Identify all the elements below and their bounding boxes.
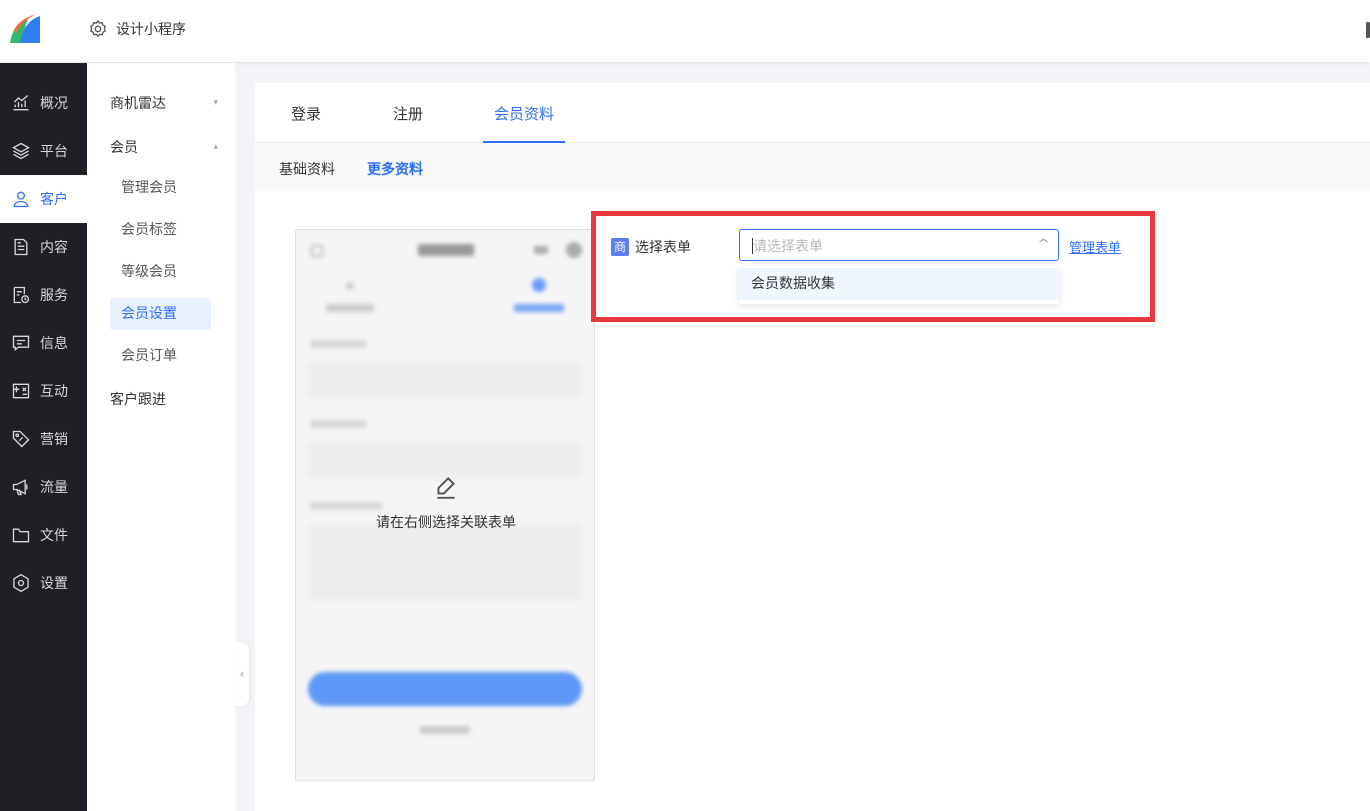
sidebar-item-content[interactable]: 内容 bbox=[0, 223, 87, 271]
subtab-more-info[interactable]: 更多资料 bbox=[367, 159, 423, 179]
submenu-item-member-tags[interactable]: 会员标签 bbox=[110, 214, 211, 246]
tab-register[interactable]: 注册 bbox=[377, 83, 439, 143]
document-icon bbox=[14, 238, 28, 256]
phone-preview: 请在右侧选择关联表单 bbox=[295, 229, 595, 781]
tab-bar: 登录 注册 会员资料 bbox=[255, 83, 1370, 143]
sidebar-item-label: 平台 bbox=[40, 144, 68, 160]
sidebar-item-label: 营销 bbox=[40, 432, 68, 448]
layers-icon bbox=[12, 142, 30, 160]
subtab-basic-info[interactable]: 基础资料 bbox=[279, 159, 335, 179]
edit-icon bbox=[437, 476, 455, 499]
tag-icon bbox=[12, 430, 30, 448]
sidebar-item-label: 概况 bbox=[40, 96, 68, 112]
highlight-annotation bbox=[591, 211, 1155, 322]
tab-login[interactable]: 登录 bbox=[275, 83, 337, 143]
subtab-bar: 基础资料 更多资料 bbox=[255, 143, 1370, 191]
preview-hint-text: 请在右侧选择关联表单 bbox=[376, 515, 516, 531]
submenu-item-manage-members[interactable]: 管理会员 bbox=[110, 172, 211, 204]
sidebar-item-label: 互动 bbox=[40, 384, 68, 400]
sidebar-item-label: 设置 bbox=[40, 576, 68, 592]
folder-icon bbox=[12, 528, 30, 543]
secondary-menu: 商机雷达 ▾ 会员 ▴ 管理会员 会员标签 等级会员 会员设置 会员订单 客户跟… bbox=[87, 63, 235, 811]
interaction-icon bbox=[12, 383, 30, 399]
submenu-group-label: 会员 bbox=[110, 140, 138, 156]
chevron-left-icon: ‹ bbox=[239, 667, 245, 681]
empty-form-hint: 请在右侧选择关联表单 bbox=[296, 474, 594, 532]
sidebar-item-platform[interactable]: 平台 bbox=[0, 127, 87, 175]
main-sidebar: 概况 平台 客户 内容 服务 信息 互动 营销 流量 文件 设置 bbox=[0, 63, 87, 811]
sidebar-item-files[interactable]: 文件 bbox=[0, 511, 87, 559]
message-icon bbox=[12, 335, 30, 351]
settings-icon bbox=[13, 573, 29, 593]
user-icon bbox=[13, 191, 29, 208]
design-miniapp-button[interactable]: 设计小程序 bbox=[88, 19, 186, 39]
submenu-item-level-members[interactable]: 等级会员 bbox=[110, 256, 211, 288]
submenu-group-label: 商机雷达 bbox=[110, 96, 166, 112]
user-menu-edge[interactable] bbox=[1366, 22, 1370, 38]
submenu-group-member[interactable]: 会员 ▴ bbox=[110, 137, 218, 157]
sidebar-item-label: 信息 bbox=[40, 336, 68, 352]
sidebar-item-label: 服务 bbox=[40, 288, 68, 304]
sidebar-item-service[interactable]: 服务 bbox=[0, 271, 87, 319]
sidebar-item-label: 文件 bbox=[40, 528, 68, 544]
design-miniapp-label: 设计小程序 bbox=[116, 22, 186, 38]
submenu-group-followup[interactable]: 客户跟进 bbox=[110, 389, 218, 409]
gear-icon bbox=[90, 20, 106, 38]
sidebar-item-settings[interactable]: 设置 bbox=[0, 559, 87, 607]
sidebar-item-marketing[interactable]: 营销 bbox=[0, 415, 87, 463]
sidebar-item-traffic[interactable]: 流量 bbox=[0, 463, 87, 511]
sidebar-item-customer[interactable]: 客户 bbox=[0, 175, 87, 223]
chart-line-icon bbox=[13, 94, 29, 111]
submenu-group-radar[interactable]: 商机雷达 ▾ bbox=[110, 93, 218, 113]
collapse-menu-button[interactable]: ‹ bbox=[235, 642, 249, 706]
submenu-item-member-orders[interactable]: 会员订单 bbox=[110, 340, 211, 372]
main-panel: 登录 注册 会员资料 基础资料 更多资料 请在右侧选择关联表单 商 选择表单 请… bbox=[255, 83, 1370, 811]
tab-member-profile[interactable]: 会员资料 bbox=[483, 83, 565, 143]
submenu-group-label: 客户跟进 bbox=[110, 392, 166, 408]
sidebar-item-message[interactable]: 信息 bbox=[0, 319, 87, 367]
sidebar-item-label: 客户 bbox=[40, 192, 68, 208]
sidebar-item-overview[interactable]: 概况 bbox=[0, 79, 87, 127]
sidebar-item-label: 流量 bbox=[40, 480, 68, 496]
brand-logo[interactable] bbox=[6, 10, 44, 48]
submenu-item-member-settings[interactable]: 会员设置 bbox=[110, 298, 211, 330]
megaphone-icon bbox=[12, 479, 28, 496]
top-bar: 设计小程序 bbox=[0, 0, 1370, 63]
service-icon bbox=[13, 286, 30, 304]
sidebar-item-interaction[interactable]: 互动 bbox=[0, 367, 87, 415]
caret-up-icon: ▴ bbox=[213, 142, 218, 152]
caret-down-icon: ▾ bbox=[213, 98, 218, 108]
sidebar-item-label: 内容 bbox=[40, 240, 68, 256]
